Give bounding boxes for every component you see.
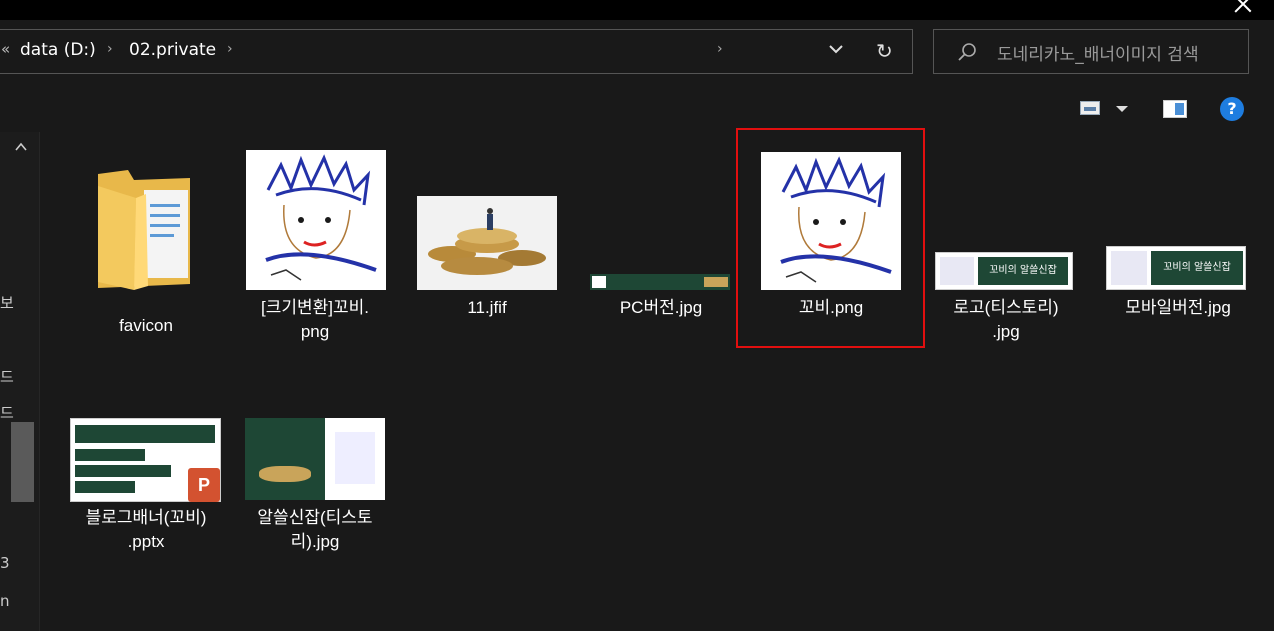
nav-item-fragment[interactable]: 드 [0, 366, 14, 387]
chevron-down-icon[interactable] [829, 45, 843, 54]
thumb-banner-text: 꼬비의 알쓸신잡 [978, 257, 1068, 285]
file-name: 블로그배너(꼬비) [85, 508, 207, 527]
image-thumbnail: 꼬비의 알쓸신잡 [935, 252, 1073, 290]
breadcrumb-expand-icon[interactable]: › [717, 41, 723, 57]
file-item-favicon[interactable]: favicon [61, 150, 231, 350]
thumb-banner-text: 꼬비의 알쓸신잡 [1151, 251, 1243, 285]
image-thumbnail: 꼬비의 알쓸신잡 [1106, 246, 1246, 290]
thumb-green-panel [245, 418, 325, 500]
view-toolbar: ? [0, 84, 1274, 132]
help-icon[interactable]: ? [1220, 97, 1244, 121]
highlight-box [736, 128, 925, 348]
thumb-banner-row [75, 465, 171, 477]
folder-icon [98, 170, 190, 290]
search-placeholder: 도네리카노_배너이미지 검색 [997, 45, 1199, 65]
file-item-alsseul-tistory[interactable]: 알쓸신잡(티스토 리).jpg [230, 418, 400, 618]
breadcrumb-separator-icon[interactable]: › [107, 41, 113, 57]
coins-photo [417, 196, 557, 290]
refresh-icon[interactable]: ↻ [876, 39, 893, 63]
file-name: 로고(티스토리) [953, 298, 1059, 317]
address-bar[interactable]: « data (D:) › 02.private › › ↻ [0, 29, 913, 74]
overflow-chevron-icon[interactable]: « [1, 40, 10, 58]
preview-pane-icon[interactable] [1163, 100, 1187, 118]
nav-item-fragment[interactable]: 드 [0, 402, 14, 423]
navigation-pane[interactable]: 보 드 드 3 n [0, 132, 40, 631]
file-name-line2: png [300, 322, 330, 341]
file-name: 모바일버전.jpg [1125, 298, 1231, 317]
thumb-banner-row [75, 425, 215, 443]
thumb-sketch [1111, 251, 1147, 285]
sketch-drawing [265, 154, 377, 281]
thumb-coins [704, 277, 728, 287]
view-icon[interactable] [1080, 101, 1100, 115]
file-item-11-jfif[interactable]: 11.jfif [402, 150, 572, 350]
file-item-mobile-version[interactable]: 꼬비의 알쓸신잡 모바일버전.jpg [1093, 150, 1263, 350]
image-thumbnail [246, 150, 386, 290]
thumb-banner-row [75, 449, 145, 461]
thumb-sketch [335, 432, 375, 484]
thumb-sketch [940, 257, 974, 285]
thumb-logo [592, 276, 606, 288]
nav-item-fragment[interactable]: n [0, 592, 10, 610]
title-bar [0, 0, 1274, 20]
breadcrumb-separator-icon[interactable]: › [227, 41, 233, 57]
image-thumbnail [245, 418, 385, 500]
image-thumbnail [590, 274, 730, 290]
search-icon [958, 43, 976, 61]
file-item-logo-tistory[interactable]: 꼬비의 알쓸신잡 로고(티스토리) .jpg [921, 150, 1091, 350]
file-item-blog-banner-pptx[interactable]: P 블로그배너(꼬비) .pptx [61, 418, 231, 618]
search-input[interactable]: 도네리카노_배너이미지 검색 [933, 29, 1249, 74]
file-item-pc-version[interactable]: PC버전.jpg [576, 150, 746, 350]
file-name-line2: 리).jpg [290, 532, 340, 551]
file-name-line2: .pptx [127, 532, 165, 551]
breadcrumb-drive[interactable]: data (D:) [20, 40, 96, 60]
file-name: 알쓸신잡(티스토 [257, 508, 373, 527]
file-name: PC버전.jpg [619, 298, 703, 317]
view-options-dropdown-icon[interactable] [1116, 106, 1128, 112]
file-name: 11.jfif [467, 298, 507, 317]
file-item-resized-kkobi[interactable]: [크기변환]꼬비. png [230, 150, 400, 350]
file-name: favicon [119, 316, 173, 335]
address-row: « data (D:) › 02.private › › ↻ 도네리카노_배너이… [0, 20, 1274, 84]
thumb-coins [259, 466, 311, 482]
powerpoint-icon: P [188, 468, 220, 502]
breadcrumb-folder[interactable]: 02.private [129, 40, 216, 60]
file-list: favicon [크기변환]꼬비. png 11.jfif PC버전.jpg 꼬… [41, 132, 1274, 631]
file-name: [크기변환]꼬비. [260, 298, 369, 317]
file-name-line2: .jpg [992, 322, 1020, 341]
scrollbar-thumb[interactable] [11, 422, 34, 502]
image-thumbnail [417, 196, 557, 290]
nav-item-fragment[interactable]: 보 [0, 292, 14, 313]
thumb-banner-row [75, 481, 135, 493]
scroll-up-icon[interactable] [15, 142, 27, 152]
nav-item-fragment[interactable]: 3 [0, 554, 10, 572]
close-icon[interactable] [1232, 0, 1254, 15]
